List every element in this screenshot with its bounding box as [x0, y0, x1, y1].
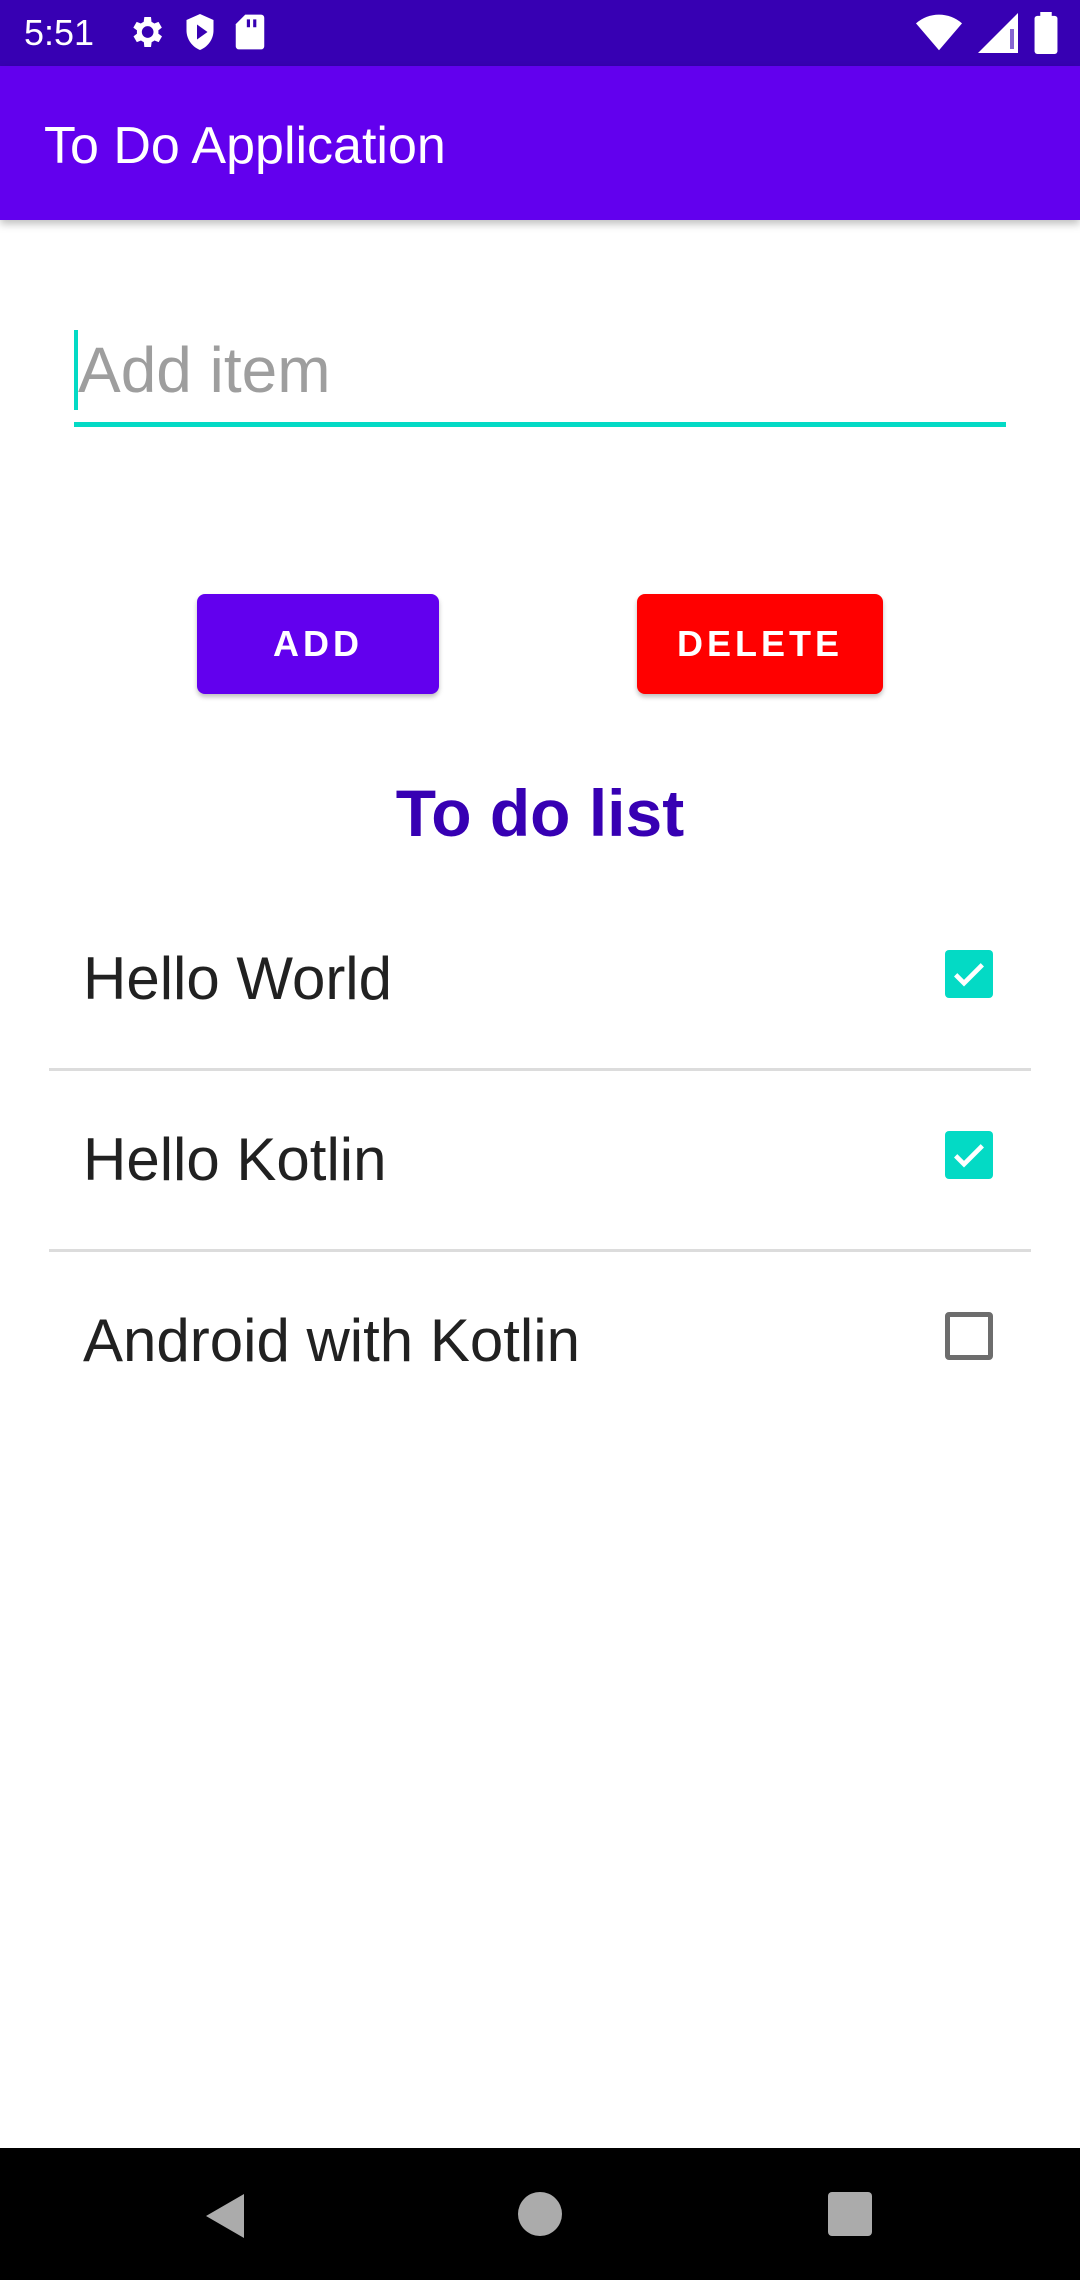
home-icon[interactable]	[518, 2192, 562, 2241]
list-item[interactable]: Hello World	[49, 890, 1031, 1071]
add-button[interactable]: ADD	[197, 594, 439, 694]
list-item-label: Hello World	[83, 945, 392, 1012]
list-item[interactable]: Android with Kotlin	[49, 1252, 1031, 1430]
recents-icon[interactable]	[828, 2192, 872, 2241]
checkbox-checked-icon[interactable]	[945, 1131, 993, 1179]
list-item-label: Hello Kotlin	[83, 1126, 387, 1193]
add-item-field-container	[74, 330, 1010, 427]
list-item-label: Android with Kotlin	[83, 1307, 580, 1374]
app-bar: To Do Application	[0, 66, 1080, 220]
status-time: 5:51	[24, 12, 95, 53]
battery-icon	[1034, 12, 1058, 59]
delete-button[interactable]: DELETE	[637, 594, 883, 694]
todo-list: Hello World Hello Kotlin Android with Ko…	[49, 890, 1031, 1430]
wifi-icon	[916, 13, 962, 58]
nav-bar	[0, 2148, 1080, 2280]
status-bar: 5:51	[0, 0, 1080, 66]
checkbox-unchecked-icon[interactable]	[945, 1312, 993, 1360]
status-icons-left	[126, 12, 266, 57]
list-title: To do list	[395, 776, 685, 850]
list-item[interactable]: Hello Kotlin	[49, 1071, 1031, 1252]
add-item-input[interactable]	[74, 330, 1010, 410]
app-title: To Do Application	[44, 117, 446, 175]
status-icons-right	[916, 12, 1058, 59]
shield-icon	[182, 12, 218, 57]
sd-card-icon	[234, 13, 266, 56]
signal-icon	[978, 13, 1018, 58]
checkbox-checked-icon[interactable]	[945, 950, 993, 998]
back-icon[interactable]	[204, 2192, 248, 2245]
settings-icon	[126, 12, 166, 57]
